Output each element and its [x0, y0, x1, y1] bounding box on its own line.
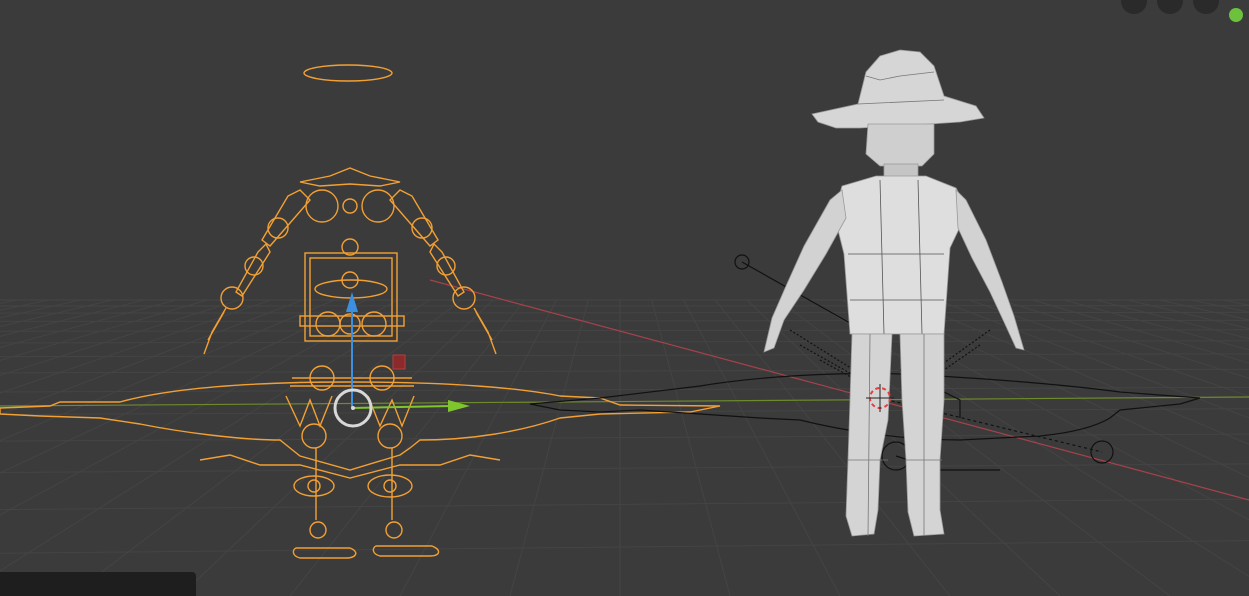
viewport-navigation[interactable]: [1121, 0, 1243, 22]
spine-top-joint[interactable]: [342, 198, 358, 214]
shoulder-bone[interactable]: [299, 167, 401, 187]
left-leg-ik-bone[interactable]: [285, 395, 333, 428]
viewport-scene[interactable]: [0, 0, 1249, 596]
right-foot-joint[interactable]: [385, 521, 403, 539]
torso-ring-bone[interactable]: [314, 279, 388, 299]
right-ankle-joint[interactable]: [383, 479, 397, 493]
right-leg-mesh[interactable]: [899, 333, 945, 537]
right-ankle-control[interactable]: [367, 474, 413, 498]
status-panel: [0, 572, 196, 596]
head-control-bone[interactable]: [303, 64, 393, 82]
gizmo-x-axis-handle[interactable]: [351, 405, 453, 409]
character-mesh[interactable]: [763, 49, 1025, 537]
gizmo-center-dot: [351, 406, 355, 410]
navigation-icon[interactable]: [1157, 0, 1183, 14]
3d-viewport[interactable]: [0, 0, 1249, 596]
root-control-lower-edge: [199, 454, 501, 479]
right-shoulder-joint[interactable]: [361, 189, 395, 223]
right-knee-joint[interactable]: [377, 423, 403, 449]
floor-grid: [0, 299, 1249, 596]
right-upper-arm-bone[interactable]: [389, 189, 439, 247]
armature-selected[interactable]: [0, 64, 721, 559]
red-bone-marker[interactable]: [392, 354, 406, 370]
torso-mesh[interactable]: [833, 175, 969, 335]
left-ankle-joint[interactable]: [307, 479, 321, 493]
left-foot-joint[interactable]: [309, 521, 327, 539]
pirate-hat[interactable]: [811, 49, 985, 129]
left-shoulder-joint[interactable]: [305, 189, 339, 223]
left-forearm-bone[interactable]: [235, 242, 271, 297]
navigation-icon[interactable]: [1193, 0, 1219, 14]
right-leg-ik-bone[interactable]: [367, 395, 415, 428]
right-foot-control[interactable]: [372, 545, 440, 557]
gizmo-z-arrow-icon[interactable]: [346, 292, 358, 312]
active-indicator-icon[interactable]: [1229, 8, 1243, 22]
left-arm-mesh[interactable]: [763, 189, 847, 353]
left-upper-arm-bone[interactable]: [261, 189, 311, 247]
gizmo-x-arrow-icon[interactable]: [448, 400, 470, 412]
left-knee-joint[interactable]: [301, 423, 327, 449]
head-mesh[interactable]: [865, 123, 935, 167]
navigation-icon[interactable]: [1121, 0, 1147, 14]
left-ankle-control[interactable]: [293, 475, 335, 497]
